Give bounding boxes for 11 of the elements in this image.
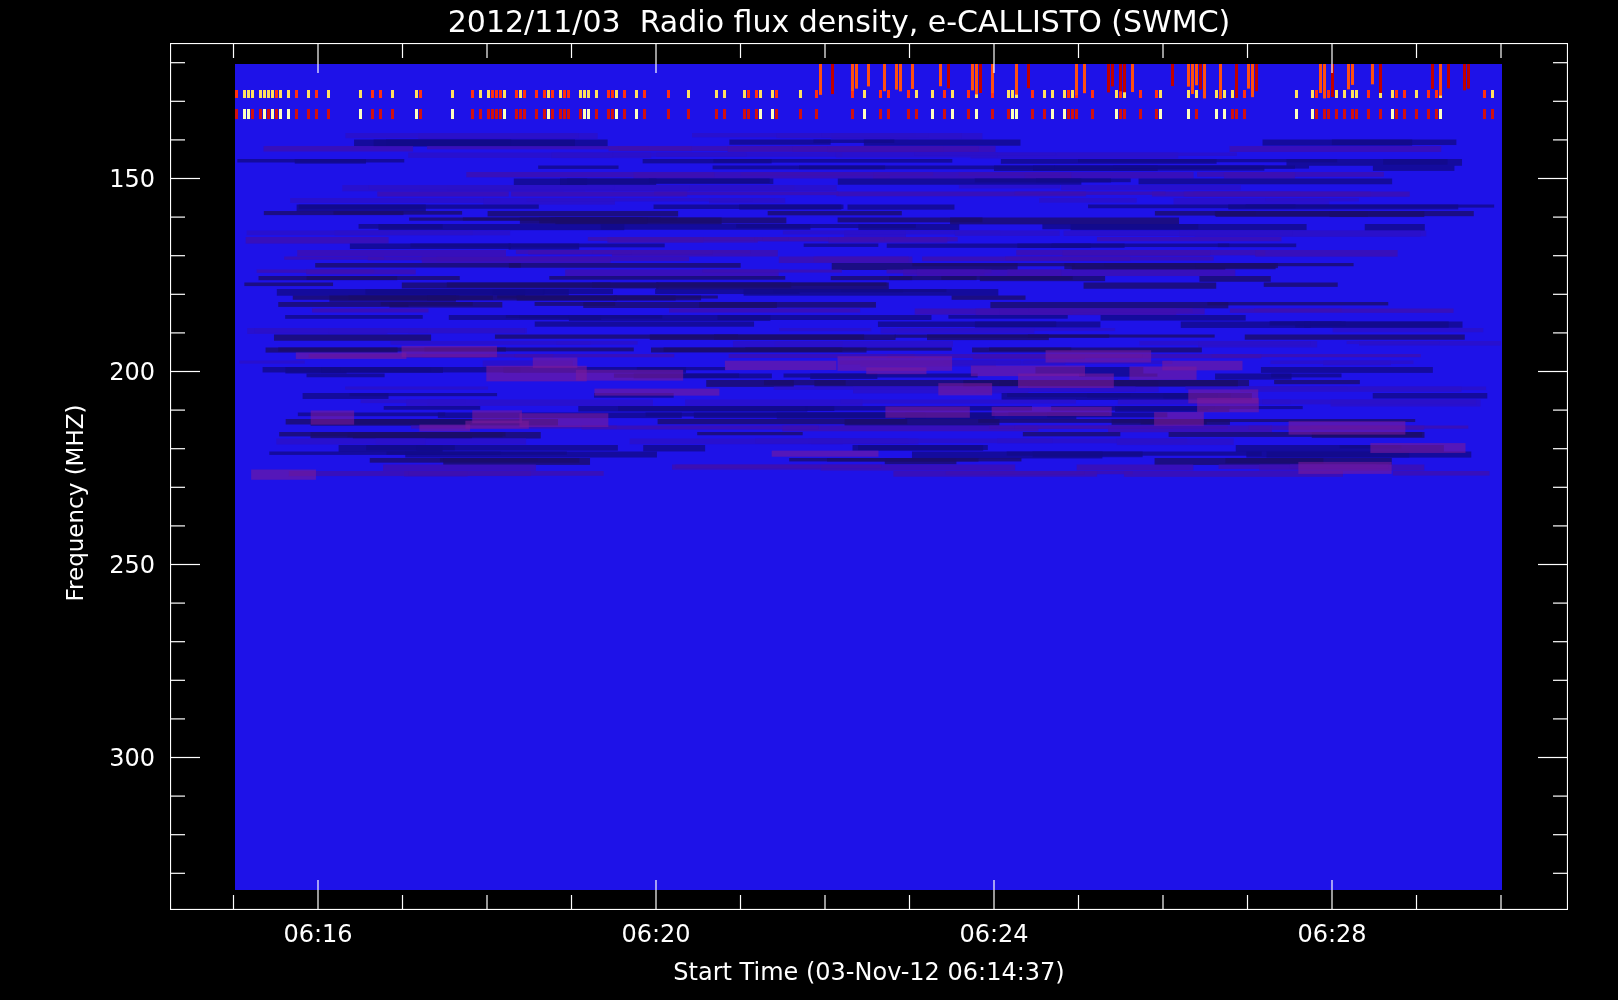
y-axis-label: Frequency (MHZ) — [62, 404, 88, 602]
x-tick-label: 06:24 — [959, 920, 1029, 948]
x-tick-label: 06:16 — [283, 920, 353, 948]
chart-title: 2012/11/03 Radio flux density, e-CALLISTO (SWMC) — [446, 3, 1232, 41]
x-tick-label: 06:28 — [1297, 920, 1367, 948]
y-tick-label: 250 — [109, 550, 155, 579]
y-tick-label: 150 — [109, 164, 155, 193]
x-axis-label: Start Time (03-Nov-12 06:14:37) — [672, 958, 1066, 986]
y-tick-label: 200 — [109, 357, 155, 386]
y-tick-label: 300 — [109, 743, 155, 772]
x-tick-label: 06:20 — [621, 920, 691, 948]
